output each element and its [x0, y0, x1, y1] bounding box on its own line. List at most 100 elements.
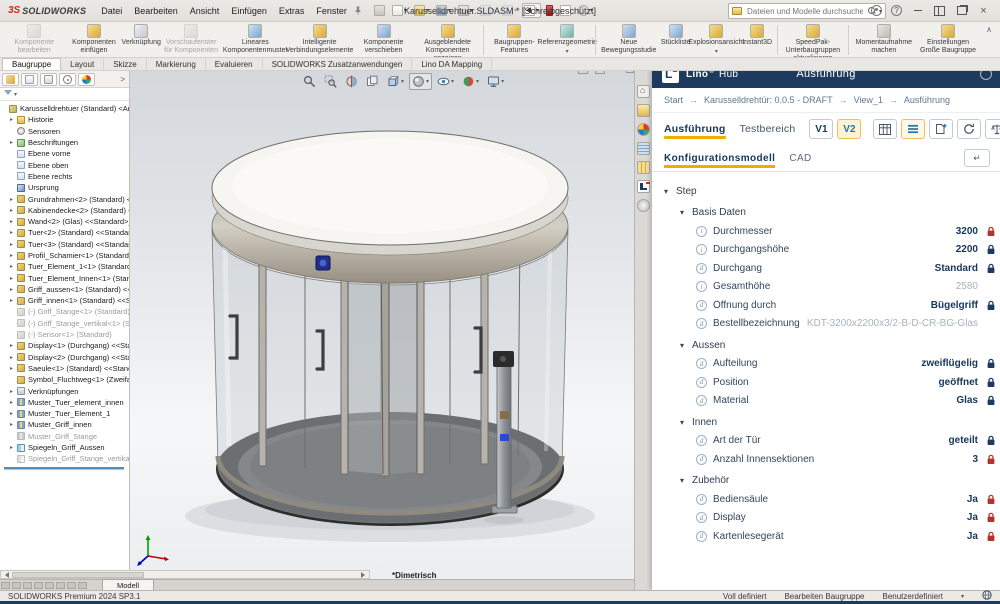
collapse-ribbon-icon[interactable]: ∧	[980, 23, 998, 36]
lock-icon[interactable]	[986, 244, 1000, 255]
param-bestellbezeichnung[interactable]: dBestellbezeichnungKDT-3200x2200x3/2-B-D…	[652, 315, 1000, 334]
revolving-door-model[interactable]	[145, 116, 625, 576]
restore-button[interactable]	[955, 4, 968, 17]
param-value[interactable]: 2200	[956, 244, 978, 255]
tab-lino-da-mapping[interactable]: Lino DA Mapping	[412, 58, 492, 70]
tab-solidworks-zusatzanwendungen[interactable]: SOLIDWORKS Zusatzanwendungen	[263, 58, 413, 70]
param-value[interactable]: 3	[972, 454, 978, 465]
tile-button[interactable]	[933, 4, 946, 17]
param-position[interactable]: dPositiongeöffnet	[652, 373, 1000, 392]
home-icon[interactable]	[637, 85, 650, 98]
refresh-button[interactable]	[957, 119, 981, 139]
expand-caret-icon[interactable]: ▸	[10, 444, 17, 451]
group-aussen[interactable]: ▾Aussen	[652, 336, 1000, 355]
expand-caret-icon[interactable]: ▸	[10, 365, 17, 372]
tree-item-muster-tuer-element-1[interactable]: ▸Muster_Tuer_Element_1	[0, 408, 129, 419]
tree-item-tuer-2-standard-sta[interactable]: ▸Tuer<2> (Standard) <<Standard>_Anz	[0, 227, 129, 238]
lock-icon[interactable]	[986, 395, 1000, 406]
tree-item-ebene-oben[interactable]: Ebene oben	[0, 159, 129, 170]
edit-appearance-button[interactable]: ▾	[459, 73, 482, 90]
lineares-komponentenmuster-button[interactable]: Lineares Komponentenmuster▾	[223, 23, 287, 58]
lock-icon[interactable]	[986, 226, 1000, 237]
dropdown-caret-icon[interactable]: ▾	[451, 78, 454, 85]
param-öffnung-durch[interactable]: dÖffnung durchBügelgriff	[652, 296, 1000, 315]
home-button[interactable]	[372, 3, 387, 18]
dropdown-caret-icon[interactable]: ▾	[404, 7, 407, 14]
tree-item-saeule-1-standard-s[interactable]: ▸Saeule<1> (Standard) <<Standard>	[0, 363, 129, 374]
collapse-panel-button[interactable]: ↵	[964, 149, 990, 167]
options-button[interactable]: ▾	[576, 3, 595, 18]
tree-filter[interactable]: ▾	[0, 88, 129, 101]
param-value[interactable]: geöffnet	[939, 377, 978, 388]
hide-show-items-button[interactable]: ▾	[434, 73, 457, 90]
tree-item-verknüpfungen[interactable]: ▸Verknüpfungen	[0, 385, 129, 396]
menu-datei[interactable]: Datei	[96, 4, 127, 18]
zoom-area-button[interactable]	[321, 73, 340, 90]
param-value[interactable]: zweiflügelig	[921, 358, 978, 369]
dropdown-caret-icon[interactable]: ▾	[426, 7, 429, 14]
tree-item-muster-griff-stange[interactable]: Muster_Griff_Stange	[0, 431, 129, 442]
tree-item-grundrahmen-2-standard[interactable]: ▸Grundrahmen<2> (Standard) <<Standard	[0, 193, 129, 204]
select-button[interactable]: ▾	[522, 3, 541, 18]
tab-evaluieren[interactable]: Evaluieren	[206, 58, 263, 70]
lock-icon[interactable]	[986, 300, 1000, 311]
lock-icon[interactable]	[986, 435, 1000, 446]
param-material[interactable]: dMaterialGlas	[652, 392, 1000, 411]
print-button[interactable]: ▾	[456, 3, 475, 18]
tree-item-griff-innen-1-standard[interactable]: ▸Griff_innen<1> (Standard) <<Standard	[0, 295, 129, 306]
breadcrumb-karusselldrehtür[interactable]: Karusselldrehtür: 0.0.5 - DRAFT	[704, 95, 833, 105]
lock-icon[interactable]	[986, 454, 1000, 465]
search-box[interactable]: ▾	[728, 3, 886, 19]
komponenten-einfügen-button[interactable]: Komponenten einfügen▾	[65, 23, 124, 58]
status-caret-icon[interactable]: ▾	[961, 593, 964, 600]
expand-caret-icon[interactable]: ▸	[10, 399, 17, 406]
save-button[interactable]: ▾	[434, 3, 453, 18]
tree-item-wand-2-glas-standar[interactable]: ▸Wand<2> (Glas) <<Standard>_Anzeige	[0, 216, 129, 227]
dropdown-caret-icon[interactable]: ▾	[492, 7, 495, 14]
param-gesamthöhe[interactable]: iGesamthöhe2580	[652, 278, 1000, 297]
dropdown-caret-icon[interactable]: ▾	[501, 78, 504, 85]
lock-icon[interactable]	[986, 531, 1000, 542]
settings-icon[interactable]	[637, 199, 650, 212]
expand-caret-icon[interactable]: ▸	[10, 342, 17, 349]
expand-caret-icon[interactable]: ▸	[10, 286, 17, 293]
scroll-left-icon[interactable]	[1, 571, 10, 578]
tree-item-karusselldrehtuer-stand[interactable]: Karusselldrehtuer (Standard) <Anzeigen	[0, 103, 129, 114]
tree-item-symbol-fluchtweg-1-zwe[interactable]: Symbol_Fluchtweg<1> (Zweifach_F	[0, 374, 129, 385]
display-style-button[interactable]: ▾	[409, 73, 432, 90]
tab-configurationmanager[interactable]	[40, 73, 57, 86]
zoom-fit-button[interactable]	[300, 73, 319, 90]
expand-caret-icon[interactable]: ▸	[10, 116, 17, 123]
table-button[interactable]	[558, 3, 573, 18]
dropdown-caret-icon[interactable]: ▾	[401, 78, 404, 85]
tab-layout[interactable]: Layout	[61, 58, 104, 70]
tree-horizontal-scrollbar[interactable]	[0, 570, 370, 579]
instant3d-button[interactable]: Instant3D	[740, 23, 774, 48]
tab-markierung[interactable]: Markierung	[147, 58, 206, 70]
subtab-konfigurationsmodell[interactable]: Konfigurationsmodell	[664, 148, 775, 169]
lino-icon[interactable]	[637, 180, 650, 193]
baugruppen-features-button[interactable]: Baugruppen-Features▾	[486, 23, 542, 58]
tree-item-griff-aussen-1-standar[interactable]: ▸Griff_aussen<1> (Standard) <<Standard	[0, 284, 129, 295]
graphics-viewport[interactable]: ▾ ▾ ▾ ▾ ▾	[130, 71, 634, 590]
expand-caret-icon[interactable]: ▸	[10, 252, 17, 259]
open-button[interactable]: ▾	[412, 3, 431, 18]
view-palette-icon[interactable]	[637, 142, 650, 155]
dropdown-caret-icon[interactable]: ▾	[476, 78, 479, 85]
tree-item-display-2-durchgang[interactable]: ▸Display<2> (Durchgang) <<Standard	[0, 352, 129, 363]
param-value[interactable]: Bügelgriff	[931, 300, 978, 311]
param-kartenlesegerät[interactable]: dKartenlesegerätJa	[652, 527, 1000, 546]
tree-item-historie[interactable]: ▸Historie	[0, 114, 129, 125]
expand-caret-icon[interactable]: ▸	[10, 241, 17, 248]
param-aufteilung[interactable]: dAufteilungzweiflügelig	[652, 355, 1000, 374]
dropdown-caret-icon[interactable]: ▾	[448, 7, 451, 14]
tree-item-sensoren[interactable]: Sensoren	[0, 126, 129, 137]
new-document-button[interactable]: ▾	[390, 3, 409, 18]
param-value[interactable]: Glas	[956, 395, 978, 406]
version-button-v1[interactable]: V1	[809, 119, 833, 139]
expand-caret-icon[interactable]: ▸	[10, 275, 17, 282]
test-button[interactable]	[985, 119, 1000, 139]
breadcrumb-ausführung[interactable]: Ausführung	[904, 95, 950, 105]
filter-caret-icon[interactable]: ▾	[14, 91, 17, 98]
lock-icon[interactable]	[986, 377, 1000, 388]
